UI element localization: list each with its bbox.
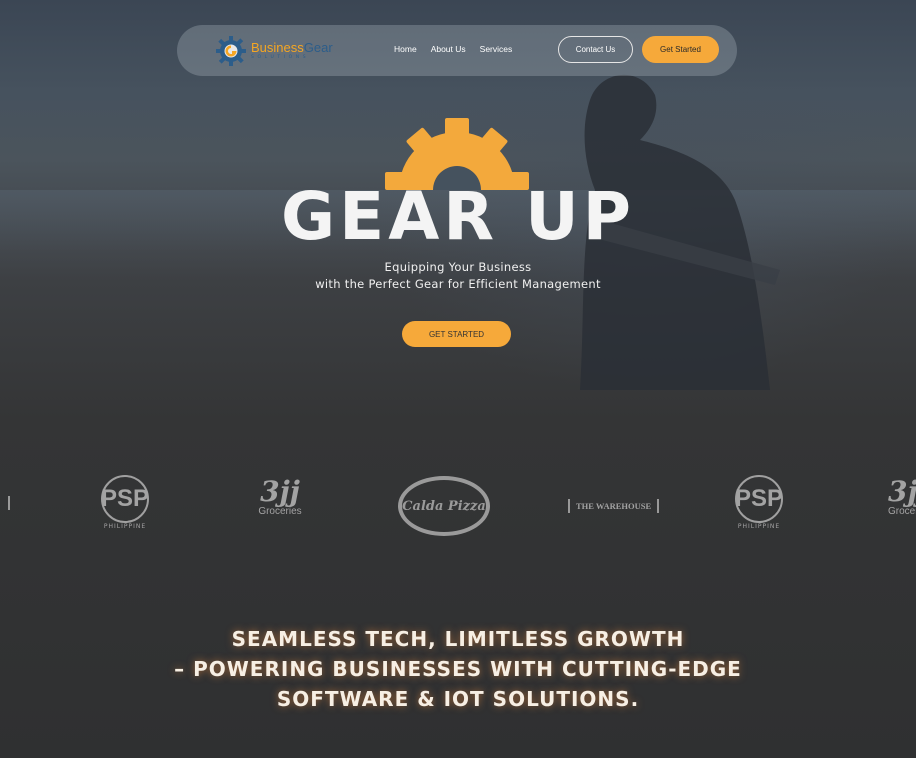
- client-logo-calda-pizza: Calda Pizza: [398, 476, 490, 536]
- client-psp-repeat-mark: PSP: [734, 485, 784, 512]
- client-3jj-sub: Groceries: [258, 506, 302, 517]
- contact-us-button[interactable]: Contact Us: [558, 36, 633, 63]
- mission-statement: SEAMLESS TECH, LIMITLESS GROWTH – POWERI…: [0, 624, 916, 714]
- client-logo-psp-repeat: PSP PHILIPPINE: [722, 475, 796, 530]
- client-logo-the-warehouse: THE WAREHOUSE: [568, 499, 660, 513]
- client-3jj-mark: 3jj: [260, 475, 300, 508]
- client-3jj-repeat-sub: Groceries: [888, 506, 916, 517]
- hero-headline: GEAR UP: [280, 178, 636, 255]
- client-3jj-repeat-mark: 3jj: [888, 478, 916, 508]
- mission-line2: – POWERING BUSINESSES WITH CUTTING-EDGE: [174, 657, 742, 681]
- client-psp-repeat-sub: PHILIPPINE: [737, 523, 781, 530]
- client-psp-mark: PSP: [100, 485, 150, 512]
- nav-link-home[interactable]: Home: [394, 44, 417, 54]
- client-psp-sub: PHILIPPINE: [103, 523, 147, 530]
- top-navbar: BusinessGear SOLUTIONS Home About Us Ser…: [177, 25, 737, 76]
- client-logo-partial-left: [0, 496, 10, 510]
- nav-link-services[interactable]: Services: [480, 44, 513, 54]
- client-logo-3jj: 3jj Groceries: [254, 475, 306, 518]
- nav-menu: Home About Us Services: [394, 44, 512, 54]
- nav-get-started-button[interactable]: Get Started: [642, 36, 719, 63]
- nav-link-about-us[interactable]: About Us: [431, 44, 466, 54]
- logo-word-gear: Gear: [303, 40, 333, 56]
- client-warehouse-mark: THE WAREHOUSE: [568, 499, 660, 513]
- client-logo-psp: PSP PHILIPPINE: [88, 475, 162, 530]
- logo-wordmark: BusinessGear: [251, 41, 333, 54]
- client-calda-mark: Calda Pizza: [398, 476, 490, 536]
- mission-line3: SOFTWARE & IOT SOLUTIONS.: [276, 687, 640, 711]
- client-logo-strip: PSP PHILIPPINE 3jj Groceries Calda Pizza…: [0, 470, 916, 550]
- gear-logo-icon: [216, 36, 246, 66]
- hero-tagline-line1: Equipping Your Business: [384, 260, 532, 274]
- brand-logo[interactable]: BusinessGear SOLUTIONS: [215, 35, 333, 67]
- client-logo-3jj-repeat: 3jj Groceries: [888, 478, 916, 517]
- logo-word-business: Business: [251, 40, 304, 56]
- mission-line1: SEAMLESS TECH, LIMITLESS GROWTH: [231, 627, 685, 651]
- logo-tagline: SOLUTIONS: [251, 55, 310, 61]
- hero-tagline-line2: with the Perfect Gear for Efficient Mana…: [315, 277, 601, 291]
- hero-get-started-button[interactable]: GET STARTED: [402, 321, 511, 347]
